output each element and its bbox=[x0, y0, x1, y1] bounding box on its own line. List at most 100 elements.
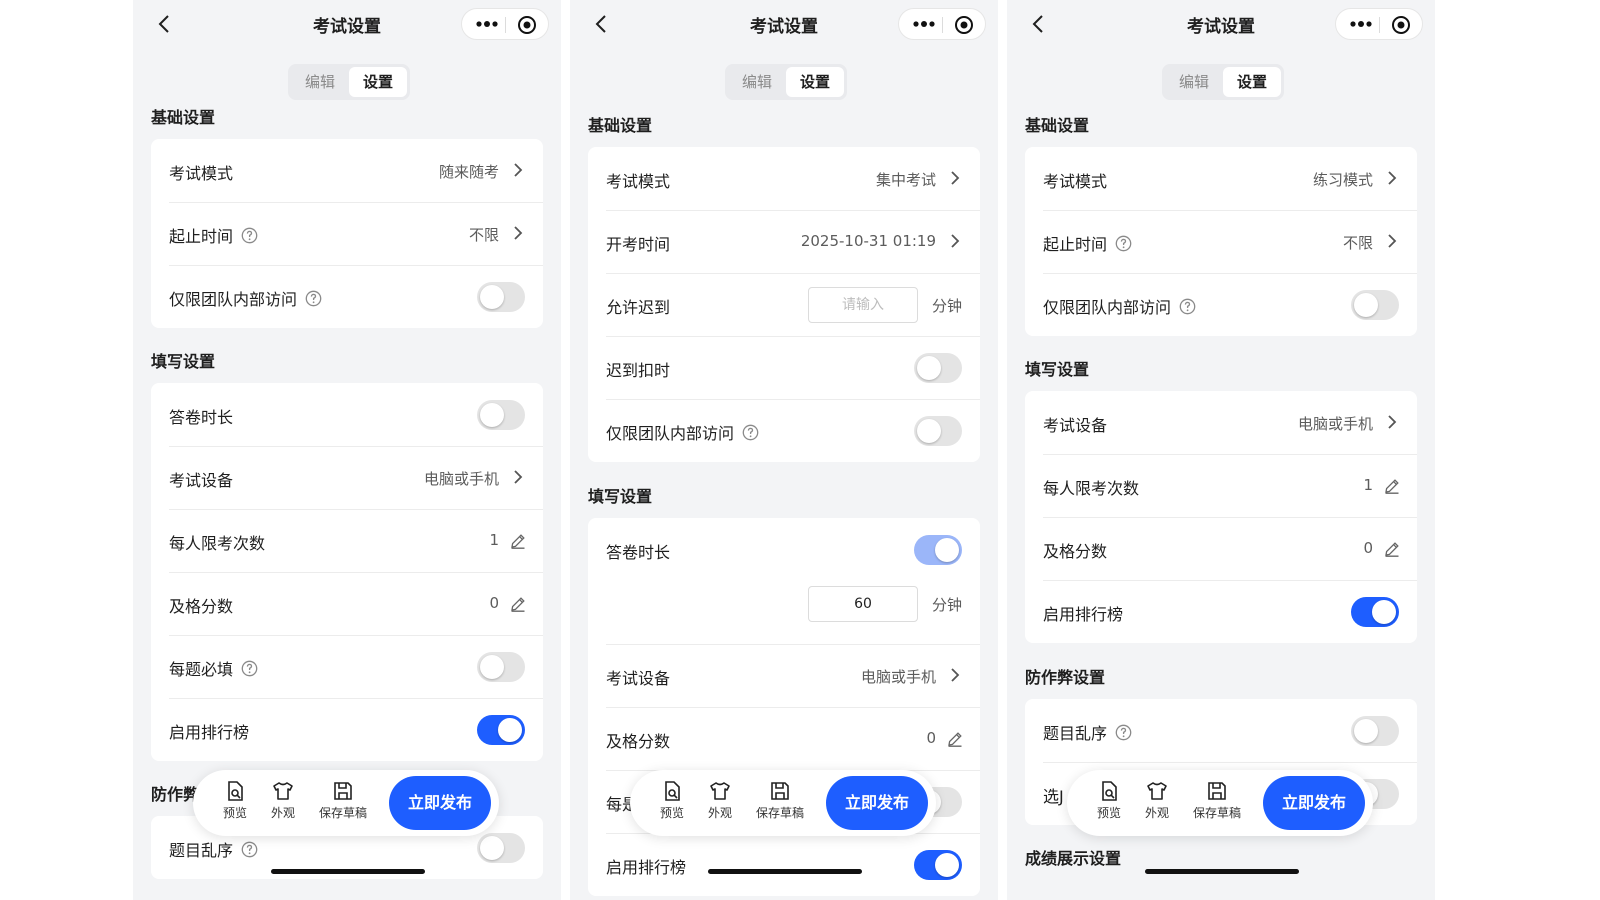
edit-pencil-icon[interactable] bbox=[509, 595, 527, 613]
appearance-button[interactable]: 外观 bbox=[265, 780, 301, 821]
section-title-basic: 基础设置 bbox=[588, 116, 653, 135]
capsule-divider bbox=[1379, 17, 1380, 33]
row-label: 启用排行榜 bbox=[169, 723, 250, 742]
section-title-result: 成绩展示设置 bbox=[1025, 849, 1122, 868]
setting-row-attempt-limit[interactable]: 每人限考次数 1 bbox=[151, 509, 543, 572]
help-icon[interactable] bbox=[305, 290, 322, 307]
tab-settings[interactable]: 设置 bbox=[1223, 67, 1281, 97]
toggle-switch[interactable] bbox=[1351, 597, 1399, 627]
row-label: 考试模式 bbox=[606, 172, 671, 191]
basic-settings-card: 考试模式 集中考试 开考时间 2025-10-31 01:19 允许迟到 分钟 … bbox=[588, 147, 980, 462]
toggle-switch[interactable] bbox=[477, 282, 525, 312]
tab-edit[interactable]: 编辑 bbox=[1165, 67, 1223, 97]
close-target-icon[interactable] bbox=[516, 14, 538, 36]
mini-program-capsule bbox=[898, 8, 986, 40]
help-icon[interactable] bbox=[241, 841, 258, 858]
help-icon[interactable] bbox=[1115, 724, 1132, 741]
close-target-icon[interactable] bbox=[1390, 14, 1412, 36]
publish-button[interactable]: 立即发布 bbox=[826, 776, 928, 830]
toggle-switch[interactable] bbox=[477, 652, 525, 682]
setting-row-device[interactable]: 考试设备 电脑或手机 bbox=[151, 446, 543, 509]
close-target-icon[interactable] bbox=[953, 14, 975, 36]
toggle-switch[interactable] bbox=[914, 535, 962, 565]
tab-edit[interactable]: 编辑 bbox=[291, 67, 349, 97]
tab-settings[interactable]: 设置 bbox=[349, 67, 407, 97]
setting-row-exam-mode[interactable]: 考试模式 随来随考 bbox=[151, 139, 543, 202]
preview-button[interactable]: 预览 bbox=[1091, 780, 1127, 821]
edit-pencil-icon[interactable] bbox=[1383, 540, 1401, 558]
help-icon[interactable] bbox=[241, 660, 258, 677]
row-label: 启用排行榜 bbox=[1043, 605, 1124, 624]
edit-settings-tabs: 编辑 设置 bbox=[288, 64, 410, 100]
row-value: 电脑或手机 bbox=[423, 470, 499, 488]
preview-doc-icon bbox=[665, 781, 680, 801]
save-draft-button[interactable]: 保存草稿 bbox=[1187, 780, 1247, 821]
row-label: 起止时间 bbox=[169, 223, 258, 247]
edit-pencil-icon[interactable] bbox=[946, 730, 964, 748]
preview-doc-icon bbox=[1102, 781, 1117, 801]
save-draft-button[interactable]: 保存草稿 bbox=[313, 780, 373, 821]
setting-row-device[interactable]: 考试设备 电脑或手机 bbox=[1025, 391, 1417, 454]
help-icon[interactable] bbox=[1179, 298, 1196, 315]
edit-pencil-icon[interactable] bbox=[509, 532, 527, 550]
duration-minutes-input[interactable] bbox=[808, 586, 918, 622]
edit-pencil-icon[interactable] bbox=[1383, 477, 1401, 495]
row-label: 迟到扣时 bbox=[606, 361, 671, 380]
toggle-switch[interactable] bbox=[1351, 716, 1399, 746]
appearance-button[interactable]: 外观 bbox=[702, 780, 738, 821]
help-icon[interactable] bbox=[241, 227, 258, 244]
late-minutes-input[interactable] bbox=[808, 287, 918, 323]
action-label: 保存草稿 bbox=[755, 806, 804, 820]
toggle-switch[interactable] bbox=[477, 400, 525, 430]
publish-button[interactable]: 立即发布 bbox=[389, 776, 491, 830]
save-draft-button[interactable]: 保存草稿 bbox=[750, 780, 810, 821]
section-title-basic: 基础设置 bbox=[151, 108, 216, 127]
setting-row-exam-mode[interactable]: 考试模式 集中考试 bbox=[588, 147, 980, 210]
setting-row-pass-score[interactable]: 及格分数 0 bbox=[1025, 517, 1417, 580]
setting-row-exam-mode[interactable]: 考试模式 练习模式 bbox=[1025, 147, 1417, 210]
toggle-switch[interactable] bbox=[914, 353, 962, 383]
preview-button[interactable]: 预览 bbox=[217, 780, 253, 821]
setting-row-time-range[interactable]: 起止时间 不限 bbox=[1025, 210, 1417, 273]
row-label: 考试设备 bbox=[606, 669, 671, 688]
more-dots-icon[interactable] bbox=[472, 12, 502, 36]
row-label: 仅限团队内部访问 bbox=[169, 286, 322, 310]
help-icon[interactable] bbox=[742, 424, 759, 441]
mini-program-capsule bbox=[1335, 8, 1423, 40]
action-label: 外观 bbox=[270, 806, 295, 820]
appearance-button[interactable]: 外观 bbox=[1139, 780, 1175, 821]
toggle-switch[interactable] bbox=[477, 715, 525, 745]
chevron-right-icon bbox=[514, 226, 523, 240]
preview-doc-icon bbox=[228, 781, 243, 801]
publish-button[interactable]: 立即发布 bbox=[1263, 776, 1365, 830]
toggle-switch[interactable] bbox=[914, 850, 962, 880]
section-title-fill: 填写设置 bbox=[1025, 360, 1090, 379]
setting-row-shuffle: 题目乱序 bbox=[1025, 699, 1417, 762]
toggle-switch[interactable] bbox=[477, 833, 525, 863]
setting-row-pass-score[interactable]: 及格分数 0 bbox=[151, 572, 543, 635]
preview-button[interactable]: 预览 bbox=[654, 780, 690, 821]
chevron-right-icon bbox=[1388, 415, 1397, 429]
bottom-action-bar: 预览 外观 保存草稿 立即发布 bbox=[1067, 770, 1373, 836]
help-icon[interactable] bbox=[1115, 235, 1132, 252]
toggle-switch[interactable] bbox=[914, 416, 962, 446]
row-label: 考试模式 bbox=[169, 164, 234, 183]
row-value: 1 bbox=[1363, 476, 1373, 494]
setting-row-leaderboard: 启用排行榜 bbox=[1025, 580, 1417, 643]
action-label: 保存草稿 bbox=[1192, 806, 1241, 820]
tab-settings[interactable]: 设置 bbox=[786, 67, 844, 97]
setting-row-device[interactable]: 考试设备 电脑或手机 bbox=[588, 644, 980, 707]
setting-row-team-only: 仅限团队内部访问 bbox=[1025, 273, 1417, 336]
setting-row-pass-score[interactable]: 及格分数 0 bbox=[588, 707, 980, 770]
phone-panel-3: 考试设置 编辑 设置 基础设置 考试模式 练习模式 起止时间 不限 仅限团队内部… bbox=[1007, 0, 1435, 900]
more-dots-icon[interactable] bbox=[1346, 12, 1376, 36]
fill-settings-card: 答卷时长 分钟 考试设备 电脑或手机 及格分数 0 每是 启用排行榜 bbox=[588, 518, 980, 896]
section-title-anticheat: 防作弊设置 bbox=[1025, 668, 1106, 687]
tab-edit[interactable]: 编辑 bbox=[728, 67, 786, 97]
setting-row-attempt-limit[interactable]: 每人限考次数 1 bbox=[1025, 454, 1417, 517]
chevron-right-icon bbox=[514, 470, 523, 484]
setting-row-start-time[interactable]: 开考时间 2025-10-31 01:19 bbox=[588, 210, 980, 273]
more-dots-icon[interactable] bbox=[909, 12, 939, 36]
setting-row-time-range[interactable]: 起止时间 不限 bbox=[151, 202, 543, 265]
toggle-switch[interactable] bbox=[1351, 290, 1399, 320]
